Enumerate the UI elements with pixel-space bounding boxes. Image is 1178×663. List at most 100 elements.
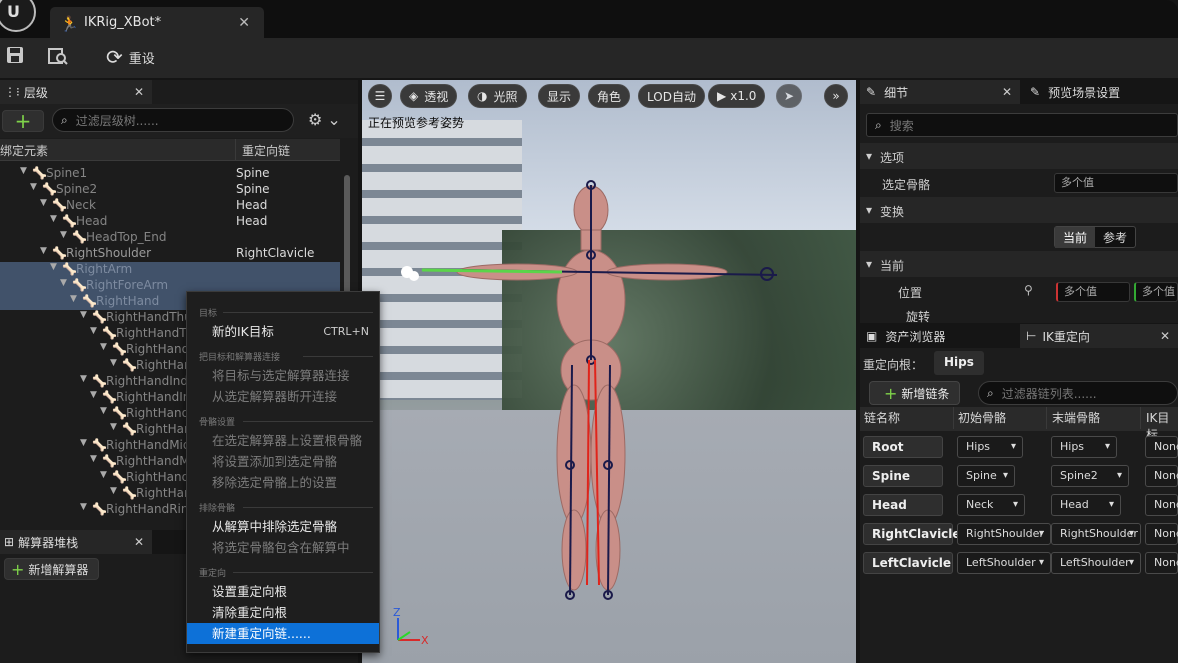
- start-bone-combo[interactable]: LeftShoulder ▾: [957, 552, 1051, 574]
- chain-filter-input[interactable]: ⌕ 过滤器链列表......: [978, 381, 1178, 405]
- expand-arrow-icon[interactable]: ▼: [70, 294, 77, 304]
- col-chain-header[interactable]: 重定向链: [242, 142, 290, 159]
- expand-arrow-icon[interactable]: ▼: [40, 198, 47, 208]
- ik-goal-combo[interactable]: None: [1145, 465, 1178, 487]
- rotation-label[interactable]: 旋转: [906, 308, 930, 325]
- end-bone-combo[interactable]: Head ▾: [1051, 494, 1121, 516]
- play-speed-button[interactable]: ▶ x1.0: [708, 84, 766, 108]
- expand-arrow-icon[interactable]: ▼: [60, 278, 67, 288]
- lit-button[interactable]: ◑ 光照: [468, 84, 527, 108]
- chain-name-field[interactable]: Root: [863, 436, 943, 458]
- expand-arrow-icon[interactable]: ▼: [80, 502, 87, 512]
- settings-gear-icon[interactable]: ⚙ ⌄: [308, 110, 341, 129]
- section-transform[interactable]: ▾ 变换: [860, 197, 1178, 223]
- viewport[interactable]: Z X: [362, 80, 856, 663]
- end-bone-combo[interactable]: RightShoulder ▾: [1051, 523, 1141, 545]
- tab-asset-browser[interactable]: ▣ 资产浏览器: [860, 324, 1020, 348]
- expand-arrow-icon[interactable]: ▼: [80, 374, 87, 384]
- add-chain-button[interactable]: + 新增链条: [869, 381, 961, 405]
- expand-arrow-icon[interactable]: ▼: [110, 358, 117, 368]
- expand-arrow-icon[interactable]: ▼: [80, 310, 87, 320]
- expand-arrow-icon[interactable]: ▼: [90, 454, 97, 464]
- chain-name-field[interactable]: Head: [863, 494, 943, 516]
- reference-toggle[interactable]: 参考: [1095, 227, 1135, 248]
- details-search-input[interactable]: ⌕ 搜索: [866, 113, 1178, 137]
- tab-solver-stack[interactable]: ⊞ 解算器堆栈 ✕: [0, 530, 152, 554]
- selected-bone-value[interactable]: 多个值: [1054, 173, 1178, 193]
- hierarchy-filter-input[interactable]: ⌕ 过滤层级树......: [52, 108, 294, 132]
- character-button[interactable]: 角色: [588, 84, 631, 108]
- section-options[interactable]: ▾ 选项: [860, 143, 1178, 169]
- chain-name-field[interactable]: Spine: [863, 465, 943, 487]
- current-toggle[interactable]: 当前: [1055, 226, 1096, 248]
- menu-new-ik-goal[interactable]: 新的IK目标 CTRL+N: [187, 321, 379, 342]
- end-bone-combo[interactable]: Hips ▾: [1051, 436, 1117, 458]
- expand-arrow-icon[interactable]: ▼: [100, 406, 107, 416]
- transform-gizmo-icon[interactable]: ⚲: [1024, 283, 1033, 297]
- expand-arrow-icon[interactable]: ▼: [90, 390, 97, 400]
- col-start-bone[interactable]: 初始骨骼: [958, 409, 1006, 426]
- lod-button[interactable]: LOD自动: [638, 84, 705, 108]
- col-bone-header[interactable]: 绑定元素: [0, 142, 48, 159]
- end-bone-combo[interactable]: LeftShoulder ▾: [1051, 552, 1141, 574]
- menu-include-bone[interactable]: 将选定骨骼包含在解算中: [187, 537, 379, 558]
- position-y-value[interactable]: 多个值: [1134, 282, 1178, 302]
- menu-set-retarget-root[interactable]: 设置重定向根: [187, 581, 379, 602]
- expand-arrow-icon[interactable]: ▼: [100, 342, 107, 352]
- character-mannequin[interactable]: Z X: [362, 80, 856, 663]
- perspective-button[interactable]: ◈ 透视: [400, 84, 458, 108]
- tree-row[interactable]: ▼ 🦴 Head Head: [0, 214, 340, 230]
- tab-preview-scene[interactable]: ✎ 预览场景设置: [1020, 80, 1178, 104]
- menu-exclude-bone[interactable]: 从解算中排除选定骨骼: [187, 516, 379, 537]
- expand-arrow-icon[interactable]: ▼: [80, 438, 87, 448]
- tree-row[interactable]: ▼ 🦴 Spine1 Spine: [0, 166, 340, 182]
- start-bone-combo[interactable]: Spine ▾: [957, 465, 1015, 487]
- start-bone-combo[interactable]: Hips ▾: [957, 436, 1023, 458]
- chain-name-field[interactable]: RightClavicle: [863, 523, 961, 545]
- close-tab-icon[interactable]: ✕: [238, 15, 250, 31]
- browse-asset-icon[interactable]: [48, 46, 68, 71]
- show-button[interactable]: 显示: [538, 84, 581, 108]
- chain-name-field[interactable]: LeftClavicle: [863, 552, 953, 574]
- position-x-value[interactable]: 多个值: [1056, 282, 1130, 302]
- tab-ik-retarget[interactable]: ⊢ IK重定向 ✕: [1020, 324, 1178, 348]
- expand-arrow-icon[interactable]: ▼: [50, 262, 57, 272]
- menu-add-settings[interactable]: 将设置添加到选定骨骼: [187, 451, 379, 472]
- menu-clear-retarget-root[interactable]: 清除重定向根: [187, 602, 379, 623]
- expand-arrow-icon[interactable]: ▼: [110, 486, 117, 496]
- close-ik-retarget-icon[interactable]: ✕: [1160, 329, 1170, 343]
- tree-row[interactable]: ▼ 🦴 RightShoulder RightClavicle: [0, 246, 340, 262]
- ik-goal-combo[interactable]: None: [1145, 494, 1178, 516]
- tree-row[interactable]: ▼ 🦴 RightArm: [0, 262, 340, 278]
- save-icon[interactable]: [6, 46, 24, 69]
- tab-hierarchy[interactable]: ⋮⁝ 层级 ✕: [0, 80, 152, 104]
- viewport-menu-button[interactable]: ☰: [368, 84, 392, 108]
- close-details-icon[interactable]: ✕: [1002, 85, 1012, 99]
- tab-details[interactable]: ✎ 细节 ✕: [860, 80, 1020, 104]
- ik-goal-combo[interactable]: None: [1145, 436, 1178, 458]
- menu-set-root-bone[interactable]: 在选定解算器上设置根骨骼: [187, 430, 379, 451]
- menu-remove-settings[interactable]: 移除选定骨骼上的设置: [187, 472, 379, 493]
- reset-button[interactable]: ⟳ 重设: [106, 45, 155, 69]
- close-solver-icon[interactable]: ✕: [134, 535, 144, 549]
- ik-goal-combo[interactable]: None: [1145, 552, 1178, 574]
- add-solver-button[interactable]: + 新增解算器: [4, 558, 100, 580]
- ik-goal-combo[interactable]: None: [1145, 523, 1178, 545]
- expand-arrow-icon[interactable]: ▼: [110, 422, 117, 432]
- expand-toolbar-icon[interactable]: »: [824, 84, 848, 108]
- select-mode-icon[interactable]: ➤: [776, 84, 802, 108]
- col-chain-name[interactable]: 链名称: [864, 409, 900, 426]
- expand-arrow-icon[interactable]: ▼: [30, 182, 37, 192]
- add-element-button[interactable]: +: [2, 109, 44, 133]
- start-bone-combo[interactable]: Neck ▾: [957, 494, 1025, 516]
- start-bone-combo[interactable]: RightShoulder ▾: [957, 523, 1051, 545]
- expand-arrow-icon[interactable]: ▼: [90, 326, 97, 336]
- menu-connect-goal[interactable]: 将目标与选定解算器连接: [187, 365, 379, 386]
- col-end-bone[interactable]: 末端骨骼: [1052, 409, 1100, 426]
- expand-arrow-icon[interactable]: ▼: [40, 246, 47, 256]
- close-hierarchy-icon[interactable]: ✕: [134, 85, 144, 99]
- expand-arrow-icon[interactable]: ▼: [20, 166, 27, 176]
- expand-arrow-icon[interactable]: ▼: [50, 214, 57, 224]
- menu-disconnect-goal[interactable]: 从选定解算器断开连接: [187, 386, 379, 407]
- tree-row[interactable]: ▼ 🦴 HeadTop_End: [0, 230, 340, 246]
